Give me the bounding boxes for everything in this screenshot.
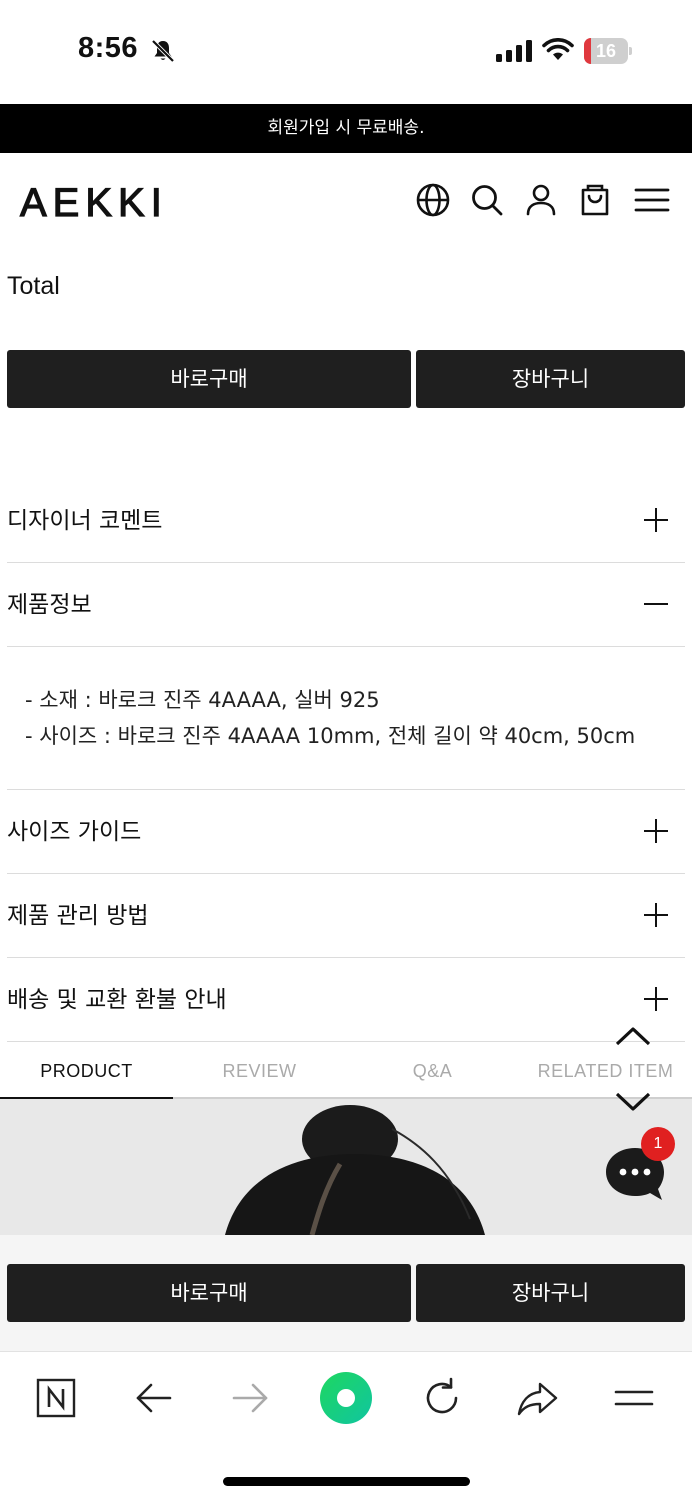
plus-icon[interactable] xyxy=(643,986,669,1012)
product-tabs: PRODUCT REVIEW Q&A RELATED ITEM xyxy=(0,1043,692,1099)
share-icon[interactable] xyxy=(516,1376,560,1420)
status-time: 8:56 xyxy=(78,32,139,64)
plus-icon[interactable] xyxy=(643,818,669,844)
menu-icon[interactable] xyxy=(633,181,671,219)
accordion-label: 배송 및 교환 환불 안내 xyxy=(7,987,227,1013)
accordion-label: 디자이너 코멘트 xyxy=(7,508,163,534)
site-header: AEKKI xyxy=(0,153,692,248)
search-icon[interactable] xyxy=(468,181,506,219)
minus-icon[interactable] xyxy=(643,591,669,617)
globe-icon[interactable] xyxy=(414,181,452,219)
sticky-add-to-cart-button[interactable]: 장바구니 xyxy=(416,1264,685,1322)
back-arrow-icon[interactable] xyxy=(132,1376,176,1420)
battery-indicator: 16 xyxy=(584,38,632,64)
reload-icon[interactable] xyxy=(420,1376,464,1420)
battery-percentage: 16 xyxy=(595,41,617,61)
forward-arrow-icon[interactable] xyxy=(228,1376,272,1420)
cart-icon[interactable] xyxy=(576,181,614,219)
cellular-signal-icon xyxy=(496,40,532,62)
add-to-cart-button[interactable]: 장바구니 xyxy=(416,350,685,408)
accordion-designer-comment[interactable]: 디자이너 코멘트 xyxy=(7,479,685,563)
home-indicator[interactable] xyxy=(223,1477,470,1486)
scroll-bottom-icon[interactable] xyxy=(613,1090,653,1114)
status-bar: 8:56 16 xyxy=(0,0,692,104)
plus-icon[interactable] xyxy=(643,507,669,533)
naver-n-icon[interactable] xyxy=(34,1376,78,1420)
browser-toolbar xyxy=(0,1351,692,1500)
accordion-label: 제품 관리 방법 xyxy=(7,903,149,929)
sticky-purchase-bar: 바로구매 장바구니 xyxy=(0,1235,692,1351)
browser-menu-icon[interactable] xyxy=(612,1376,656,1420)
tab-product[interactable]: PRODUCT xyxy=(0,1043,173,1099)
buy-now-button[interactable]: 바로구매 xyxy=(7,350,411,408)
accordion-product-info[interactable]: 제품정보 xyxy=(7,563,685,647)
plus-icon[interactable] xyxy=(643,902,669,928)
tab-qna[interactable]: Q&A xyxy=(346,1043,519,1099)
promo-banner[interactable]: 회원가입 시 무료배송. xyxy=(0,104,692,153)
user-icon[interactable] xyxy=(522,181,560,219)
accordion-care[interactable]: 제품 관리 방법 xyxy=(7,874,685,958)
chat-notification-badge: 1 xyxy=(641,1127,675,1161)
product-info-content: - 소재 : 바로크 진주 4AAAA, 실버 925 - 사이즈 : 바로크 … xyxy=(25,682,635,754)
product-image xyxy=(0,1099,692,1235)
bell-off-icon xyxy=(151,39,175,63)
product-info-material: - 소재 : 바로크 진주 4AAAA, 실버 925 xyxy=(25,688,380,712)
accordion-size-guide[interactable]: 사이즈 가이드 xyxy=(7,790,685,874)
accordion-label: 제품정보 xyxy=(7,592,92,618)
model-hair-image xyxy=(0,1099,692,1235)
product-info-size: - 사이즈 : 바로크 진주 4AAAA 10mm, 전체 길이 약 40cm,… xyxy=(25,724,636,748)
green-dot-home-icon[interactable] xyxy=(320,1372,372,1424)
scroll-top-icon[interactable] xyxy=(613,1024,653,1048)
brand-logo[interactable]: AEKKI xyxy=(19,180,168,226)
accordion-label: 사이즈 가이드 xyxy=(7,819,142,845)
tab-related-item[interactable]: RELATED ITEM xyxy=(519,1043,692,1099)
total-label: Total xyxy=(7,272,60,300)
tab-review[interactable]: REVIEW xyxy=(173,1043,346,1099)
wifi-icon xyxy=(542,38,574,60)
sticky-buy-now-button[interactable]: 바로구매 xyxy=(7,1264,411,1322)
accordion-shipping[interactable]: 배송 및 교환 환불 안내 xyxy=(7,958,685,1042)
